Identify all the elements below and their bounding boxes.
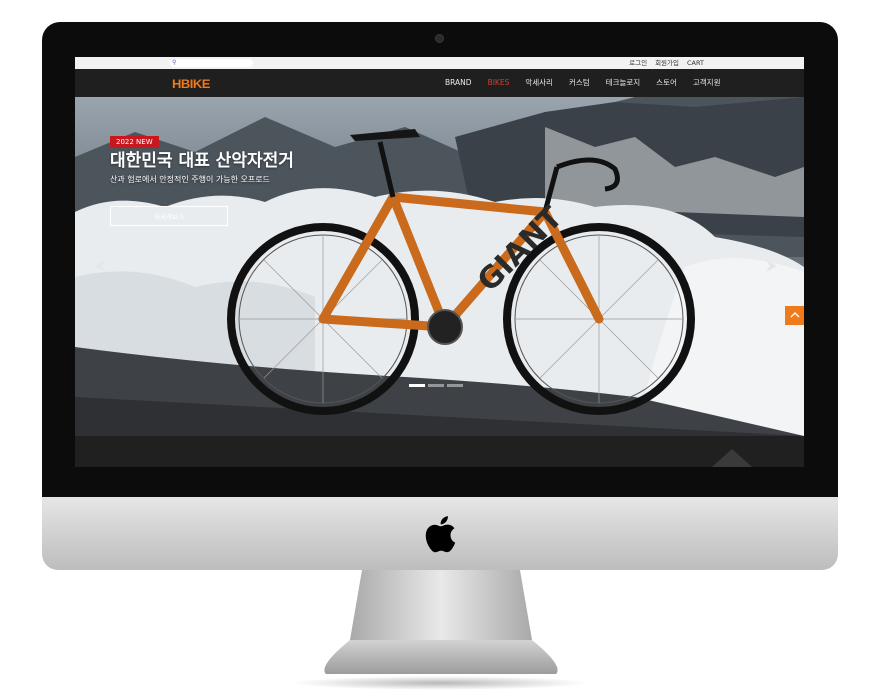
nav-accessories[interactable]: 악세사리 <box>517 69 561 97</box>
apple-logo <box>425 516 456 553</box>
section-tab-shape <box>712 449 752 467</box>
nav-brand[interactable]: BRAND <box>437 69 480 97</box>
below-hero-section <box>75 436 804 467</box>
hero-headline: 대한민국 대표 산악자전거 <box>110 151 294 171</box>
slide-dot[interactable] <box>428 384 444 387</box>
nav-store[interactable]: 스토어 <box>648 69 685 97</box>
monitor-chin <box>42 497 838 570</box>
site-logo[interactable]: HBIKE <box>172 77 210 89</box>
chevron-up-icon <box>790 312 799 318</box>
top-utility-bar: ⚲ 로그인 회원가입 CART <box>75 57 804 69</box>
next-slide-button[interactable] <box>765 259 779 276</box>
slide-dot[interactable] <box>409 384 425 387</box>
slide-dot[interactable] <box>447 384 463 387</box>
prev-slide-button[interactable] <box>93 259 107 276</box>
scroll-top-button[interactable] <box>785 306 804 325</box>
search-input[interactable]: ⚲ <box>170 59 253 67</box>
nav-support[interactable]: 고객지원 <box>685 69 729 97</box>
nav-technology[interactable]: 테크놀로지 <box>598 69 649 97</box>
website-screen: ⚲ 로그인 회원가입 CART HBIKE BRAND BIKES 악세사리 커… <box>75 57 804 467</box>
chevron-left-icon <box>95 260 106 272</box>
cart-link[interactable]: CART <box>687 57 704 69</box>
chevron-right-icon <box>766 260 777 272</box>
signup-link[interactable]: 회원가입 <box>655 57 679 69</box>
new-badge: 2022 NEW <box>110 136 159 148</box>
search-icon: ⚲ <box>172 59 177 66</box>
nav-bikes[interactable]: BIKES <box>480 69 518 97</box>
top-links: 로그인 회원가입 CART <box>629 57 704 69</box>
camera <box>435 34 444 43</box>
hero-subline: 산과 험로에서 안정적인 주행이 가능한 오프로드 <box>110 175 270 184</box>
main-nav: BRAND BIKES 악세사리 커스텀 테크놀로지 스토어 고객지원 <box>437 69 728 97</box>
slide-indicators <box>409 384 463 387</box>
view-more-button[interactable]: 자세히보기 <box>110 206 228 226</box>
stand-shadow <box>290 676 590 690</box>
main-navbar: HBIKE BRAND BIKES 악세사리 커스텀 테크놀로지 스토어 고객지… <box>75 69 804 97</box>
hero-slider: GIANT 2022 NEW 대한민국 대표 산악자전거 산과 험로에서 안정적… <box>75 97 804 436</box>
nav-custom[interactable]: 커스텀 <box>561 69 598 97</box>
login-link[interactable]: 로그인 <box>629 57 647 69</box>
monitor-stand <box>324 570 558 674</box>
